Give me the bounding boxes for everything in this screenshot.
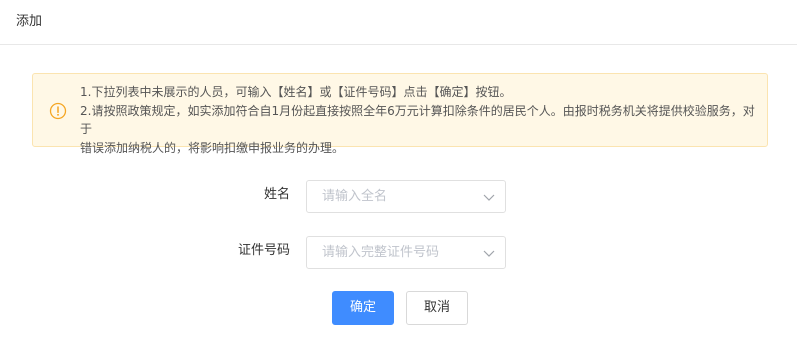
cancel-button[interactable]: 取消 (406, 291, 468, 325)
confirm-button[interactable]: 确定 (332, 291, 394, 325)
name-select-placeholder: 请输入全名 (322, 189, 388, 204)
dialog-header: 添加 (0, 0, 797, 45)
notice-line-2: 2.请按照政策规定，如实添加符合自1月份起直接按照全年6万元计算扣除条件的居民个… (80, 103, 755, 137)
notice-banner: 1.下拉列表中未展示的人员，可输入【姓名】或【证件号码】点击【确定】按钮。 2.… (32, 73, 768, 155)
chevron-down-icon (483, 250, 495, 257)
id-number-select[interactable]: 请输入完整证件号码 (306, 236, 506, 269)
notice-line-1: 1.下拉列表中未展示的人员，可输入【姓名】或【证件号码】点击【确定】按钮。 (80, 85, 512, 99)
name-select[interactable]: 请输入全名 (306, 180, 506, 213)
id-number-select-placeholder: 请输入完整证件号码 (322, 245, 440, 260)
chevron-down-icon (483, 194, 495, 201)
warning-circle-icon (49, 102, 67, 120)
notice-text: 1.下拉列表中未展示的人员，可输入【姓名】或【证件号码】点击【确定】按钮。 2.… (80, 83, 766, 157)
notice-line-3: 错误添加纳税人的，将影响扣缴申报业务的办理。 (80, 140, 345, 155)
name-label: 姓名 (263, 187, 290, 202)
id-number-label: 证件号码 (237, 243, 290, 258)
dialog-title: 添加 (16, 14, 43, 29)
